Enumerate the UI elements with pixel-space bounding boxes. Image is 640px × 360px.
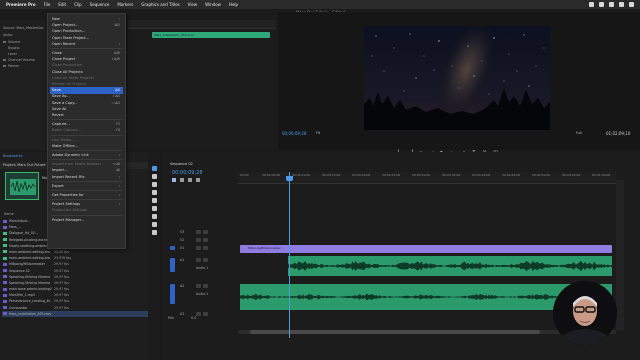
source-row: Audio (3, 33, 13, 37)
timeline-options (172, 178, 200, 182)
type-icon[interactable] (152, 230, 157, 235)
menu-separator (51, 150, 122, 151)
menu-view[interactable]: View (188, 2, 198, 7)
sequence-tab[interactable]: Sequence 02 (170, 162, 193, 166)
list-item[interactable]: Mars_Installation_ATS.mov (2, 310, 148, 317)
menu-item[interactable]: Export › (50, 183, 123, 190)
bin-thumbnail[interactable] (5, 172, 39, 200)
audio-clip-a1[interactable] (288, 256, 612, 276)
menu-window[interactable]: Window (205, 2, 221, 7)
zoom-scrollbar-thumb[interactable] (250, 330, 540, 334)
source-monitor-header (128, 20, 276, 29)
chevron-right-icon: › (118, 174, 120, 179)
track-header-a1[interactable]: A1 Audio 1 (168, 258, 238, 278)
battery-icon[interactable] (609, 2, 614, 7)
ripple-edit-icon[interactable] (152, 182, 157, 187)
zoom-select[interactable]: Fit (316, 131, 320, 135)
track-headers: V3 V2 V1 A1 Audio 1 A2 Audio 2 A3 (168, 228, 238, 326)
menu-item: Batch Capture... F6 (52, 128, 120, 133)
menu-separator (51, 199, 122, 201)
name-column-header[interactable]: Name (4, 212, 14, 216)
menu-separator (51, 134, 122, 136)
file-menu: New › Open Project... ⌘O Open Production... O… (47, 13, 126, 249)
app-menu[interactable]: Premiere Pro (6, 2, 36, 7)
menu-separator (51, 159, 122, 161)
menu-item[interactable]: Get Properties for › (50, 192, 123, 199)
menu-bar: Premiere Pro File Edit Clip Sequence Mar… (0, 0, 640, 9)
chevron-right-icon: › (118, 153, 120, 157)
source-row[interactable]: Level (8, 52, 17, 56)
selection-tool-icon[interactable] (152, 166, 157, 171)
video-clip[interactable]: MillpongMillionmaster (240, 245, 612, 253)
timeline-timecode[interactable]: 00;00;09;28 (172, 170, 203, 176)
source-row[interactable]: Channel Volume (3, 58, 35, 62)
status-icon[interactable] (589, 2, 594, 7)
chevron-right-icon: › (118, 41, 120, 46)
tools-panel (150, 166, 160, 240)
menu-graphics[interactable]: Graphics and Titles (141, 2, 179, 7)
add-marker-icon[interactable] (188, 178, 192, 182)
menu-clip[interactable]: Clip (74, 2, 82, 7)
menu-sequence[interactable]: Sequence (90, 2, 110, 7)
source-clip-bar[interactable]: Mars_Installation_ATS.mov (152, 32, 270, 38)
linked-selection-icon[interactable] (180, 178, 184, 182)
source-row[interactable]: Volume (3, 40, 20, 44)
source-monitor (128, 20, 276, 150)
snap-icon[interactable] (172, 178, 176, 182)
menu-item[interactable]: Project Manager... (50, 217, 123, 224)
source-row: Source: Mars_MasterDoc (3, 26, 44, 30)
menu-item[interactable]: Adobe Dynamic Link › (50, 152, 123, 159)
presenter-webcam (553, 281, 617, 345)
chevron-right-icon: › (118, 193, 120, 197)
track-select-icon[interactable] (152, 174, 157, 179)
bookmarks-tab[interactable]: Bookmarks (3, 154, 23, 158)
menu-item[interactable]: Open Recent › (50, 41, 123, 48)
track-header-a2[interactable]: A2 Audio 2 (168, 284, 238, 310)
menu-separator (51, 119, 122, 121)
playhead[interactable] (289, 172, 290, 338)
effect-controls-panel: Source: Mars_MasterDoc Audio Volume Bypa… (0, 20, 50, 150)
menu-item[interactable]: Make Offline... (50, 143, 123, 150)
menu-separator (51, 48, 122, 49)
hand-icon[interactable] (152, 222, 157, 227)
slip-icon[interactable] (152, 198, 157, 203)
program-video-frame[interactable] (364, 26, 550, 130)
time-ruler[interactable]: 00;00 00;00;05;00 00;00;10;00 00;00;15;0… (238, 172, 616, 184)
menu-markers[interactable]: Markers (117, 2, 133, 7)
wifi-icon[interactable] (599, 2, 604, 7)
menu-edit[interactable]: Edit (58, 2, 66, 7)
search-icon[interactable] (619, 2, 624, 7)
wrench-icon[interactable] (196, 178, 200, 182)
audio-meter (616, 180, 624, 330)
menu-item[interactable]: Import Recent File › (50, 174, 123, 181)
pen-icon[interactable] (152, 206, 157, 211)
rectangle-icon[interactable] (152, 214, 157, 219)
menu-item: Production Settings (52, 208, 88, 213)
source-row[interactable]: Bypass (8, 46, 20, 50)
playhead-handle[interactable] (286, 176, 293, 181)
chevron-right-icon: › (118, 183, 120, 188)
menu-help[interactable]: Help (229, 2, 238, 7)
menu-separator (51, 190, 122, 191)
resolution-select[interactable]: Full (576, 131, 582, 135)
source-row[interactable]: Panner (3, 64, 19, 68)
menu-separator (51, 180, 122, 182)
menu-file[interactable]: File (44, 2, 51, 7)
razor-icon[interactable] (152, 190, 157, 195)
program-timecode[interactable]: 00;00;09;28 (282, 131, 306, 136)
menu-item[interactable]: Revert (50, 112, 123, 119)
control-center-icon[interactable] (629, 2, 634, 7)
menu-separator (51, 214, 122, 216)
program-duration: 01;02;09;10 (606, 131, 631, 136)
mix-track[interactable]: Mix 0.0 (168, 316, 196, 320)
